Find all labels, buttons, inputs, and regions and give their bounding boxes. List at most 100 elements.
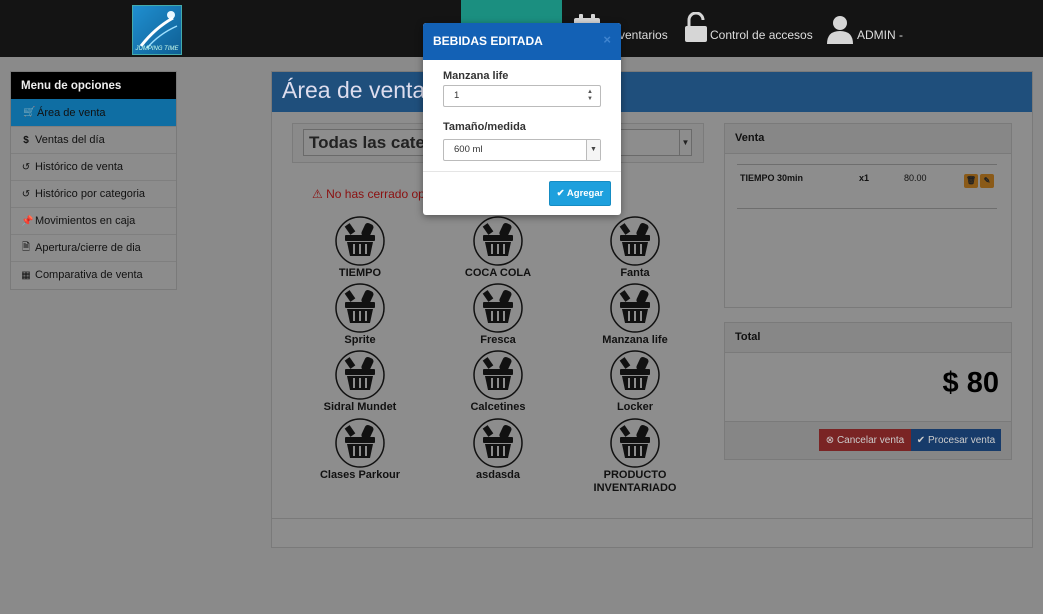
product-name: PRODUCTO INVENTARIADO (593, 469, 677, 494)
basket-icon (610, 283, 660, 333)
basket-icon (473, 418, 523, 468)
modal-header: BEBIDAS EDITADA × (423, 23, 621, 60)
total-panel: Total $ 80 ⊗ Cancelar venta ✔ Procesar v… (724, 322, 1012, 460)
product-name: TIEMPO (338, 267, 382, 279)
basket-icon (473, 283, 523, 333)
trash-icon[interactable]: 🗑 (964, 174, 978, 188)
sidebar-item-label: Histórico de venta (35, 161, 124, 173)
product-name: Calcetines (470, 401, 526, 413)
product-name: asdasda (475, 469, 521, 481)
chevron-down-icon: ▼ (586, 140, 600, 160)
sidebar-item-label: Apertura/cierre de dia (35, 242, 141, 254)
page-title: Área de venta (272, 72, 1032, 112)
product-item[interactable]: asdasda (443, 418, 553, 482)
cancel-sale-label: Cancelar venta (836, 434, 905, 446)
modal-divider (423, 171, 621, 172)
user-icon (827, 16, 853, 44)
sidebar-item-movimientos-caja[interactable]: 📌 Movimientos en caja (11, 207, 176, 234)
product-name: Clases Parkour (319, 469, 401, 481)
sidebar-item-apertura-cierre[interactable]: 🗎 Apertura/cierre de dia (11, 234, 176, 261)
sidebar-item-label: Ventas del día (35, 134, 105, 146)
venta-panel: Venta TIEMPO 30min x1 80.00 🗑 ✎ (724, 123, 1012, 308)
size-label: Tamaño/medida (443, 121, 526, 133)
chevron-down-icon: ▼ (679, 130, 691, 155)
venta-item-name: TIEMPO 30min (740, 173, 804, 183)
add-button-label: Agregar (566, 188, 604, 199)
unlock-icon (685, 12, 707, 42)
sidebar-item-ventas-dia[interactable]: $ Ventas del día (11, 126, 176, 153)
basket-icon (473, 216, 523, 266)
product-item[interactable]: Calcetines (443, 350, 553, 414)
sidebar-title: Menu de opciones (11, 72, 176, 99)
basket-icon (335, 350, 385, 400)
total-amount: $ 80 (942, 367, 999, 399)
product-item[interactable]: Sidral Mundet (305, 350, 415, 414)
sidebar-item-comparativa[interactable]: ▦ Comparativa de venta (11, 261, 176, 288)
product-name: Locker (616, 401, 654, 413)
total-footer: ⊗ Cancelar venta ✔ Procesar venta (725, 421, 1011, 459)
sidebar-item-area-venta[interactable]: 🛒 Área de venta (11, 99, 176, 126)
total-title: Total (725, 323, 1011, 353)
venta-item-qty: x1 (859, 173, 870, 183)
edit-icon[interactable]: ✎ (980, 174, 994, 188)
sidebar-item-label: Histórico por categoria (35, 188, 146, 200)
warning-message: ⚠ No has cerrado oper (312, 187, 436, 201)
history-icon: ↺ (21, 161, 31, 173)
nav-item-control-accesos[interactable]: Control de accesos (684, 10, 813, 50)
product-name: Manzana life (602, 334, 668, 346)
nav-label-admin: ADMIN - (857, 28, 903, 42)
cart-icon: 🛒 (23, 107, 36, 118)
close-icon[interactable]: × (603, 32, 611, 47)
sidebar: Menu de opciones 🛒 Área de venta $ Venta… (10, 71, 177, 290)
warning-icon: ⚠ (312, 187, 323, 201)
app-logo[interactable]: JUMPING TIME (132, 5, 182, 55)
history-icon: ↺ (21, 188, 31, 200)
product-name: Fanta (620, 267, 650, 279)
product-item[interactable]: TIEMPO (305, 216, 415, 280)
logo-text: JUMPING TIME (135, 46, 179, 52)
nav-item-admin[interactable]: ADMIN - (826, 10, 903, 50)
process-sale-label: Procesar venta (927, 434, 996, 446)
basket-icon (335, 418, 385, 468)
product-item[interactable]: Locker (580, 350, 690, 414)
product-item[interactable]: Clases Parkour (305, 418, 415, 482)
quantity-stepper[interactable]: 1 ▲ ▼ (443, 85, 601, 107)
file-icon: 🗎 (21, 241, 31, 253)
sidebar-item-label: Área de venta (37, 106, 106, 119)
basket-icon (473, 350, 523, 400)
sidebar-item-historico-venta[interactable]: ↺ Histórico de venta (11, 153, 176, 180)
venta-title: Venta (725, 124, 1011, 154)
edit-drink-modal: BEBIDAS EDITADA × Manzana life 1 ▲ ▼ Tama… (423, 23, 621, 215)
product-item[interactable]: COCA COLA (443, 216, 553, 280)
cancel-circle-icon: ⊗ (825, 434, 835, 446)
add-button[interactable]: ✔ Agregar (549, 181, 611, 206)
nav-label-inventarios: ventarios (619, 28, 668, 42)
product-name: Sprite (344, 334, 376, 346)
category-select-value: Todas las categ (309, 133, 436, 152)
warning-text: No has cerrado oper (326, 187, 436, 201)
spinner-arrows-icon[interactable]: ▲ ▼ (586, 89, 594, 103)
venta-item-price: 80.00 (904, 173, 927, 183)
dollar-icon: $ (23, 134, 29, 146)
product-item[interactable]: PRODUCTO INVENTARIADO (580, 418, 690, 495)
product-item[interactable]: Manzana life (580, 283, 690, 347)
product-name: COCA COLA (464, 267, 532, 279)
product-item[interactable]: Fresca (443, 283, 553, 347)
check-circle-icon: ✔ (556, 188, 565, 199)
product-item[interactable]: Fanta (580, 216, 690, 280)
panel-divider (272, 518, 1032, 519)
quantity-value: 1 (454, 90, 460, 101)
basket-icon (610, 216, 660, 266)
sidebar-item-label: Movimientos en caja (35, 215, 136, 227)
process-sale-button[interactable]: ✔ Procesar venta (911, 429, 1001, 451)
product-name: Sidral Mundet (323, 401, 397, 413)
cancel-sale-button[interactable]: ⊗ Cancelar venta (819, 429, 911, 451)
size-value: 600 ml (454, 144, 483, 155)
basket-icon (335, 216, 385, 266)
quantity-label: Manzana life (443, 70, 509, 82)
nav-label-control-accesos: Control de accesos (710, 28, 813, 42)
size-select[interactable]: 600 ml ▼ (443, 139, 601, 161)
sidebar-item-historico-categoria[interactable]: ↺ Histórico por categoria (11, 180, 176, 207)
product-item[interactable]: Sprite (305, 283, 415, 347)
basket-icon (610, 350, 660, 400)
